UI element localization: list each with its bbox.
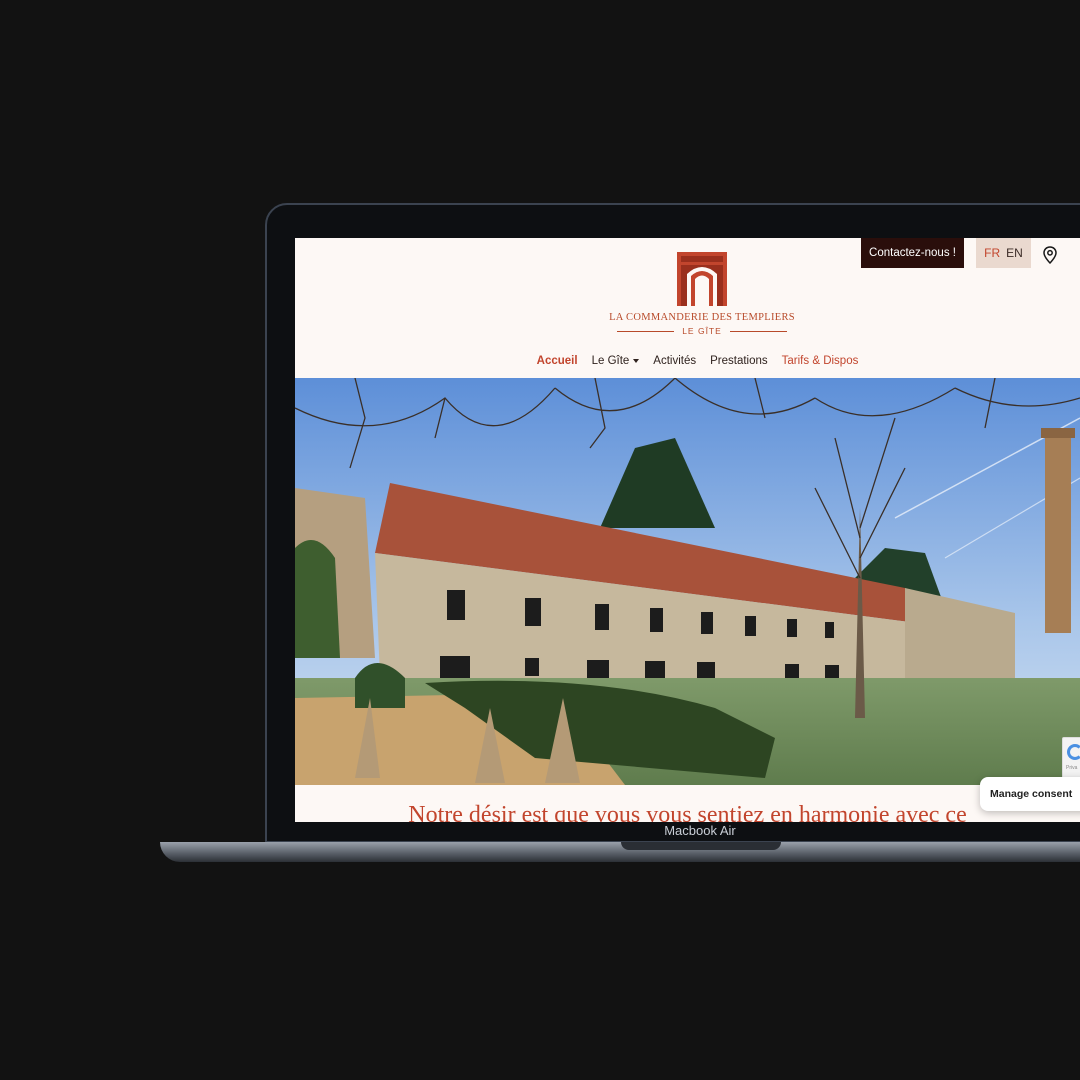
hero-image (295, 378, 1080, 785)
nav-accueil[interactable]: Accueil (537, 355, 578, 367)
nav-le-gite[interactable]: Le Gîte (592, 355, 640, 367)
lang-en-link[interactable]: EN (1006, 246, 1023, 260)
recaptcha-text: Priva (1066, 765, 1078, 771)
arch-logo-icon[interactable] (677, 252, 727, 306)
nav-tarifs-dispos[interactable]: Tarifs & Dispos (782, 355, 859, 367)
contact-button[interactable]: Contactez-nous ! (861, 238, 964, 268)
stone-farmhouse-photo (295, 378, 1080, 785)
nav-activites[interactable]: Activités (653, 355, 696, 367)
laptop-base (160, 842, 1080, 862)
manage-consent-button[interactable]: Manage consent (980, 777, 1080, 811)
brand-name: LA COMMANDERIE DES TEMPLIERS (609, 312, 795, 323)
recaptcha-icon (1067, 744, 1080, 760)
language-switcher: FR EN (976, 238, 1031, 268)
brand-subtitle-text: LE GÎTE (682, 326, 722, 336)
nav-prestations[interactable]: Prestations (710, 355, 768, 367)
site-header: Contactez-nous ! FR EN LA COMMANDERIE DE… (295, 238, 1080, 378)
nav-le-gite-label: Le Gîte (591, 355, 630, 367)
map-pin-icon[interactable] (1042, 246, 1058, 264)
page-headline: Notre désir est que vous vous sentiez en… (408, 802, 967, 822)
lang-fr-link[interactable]: FR (984, 246, 1000, 260)
main-nav: Accueil Le Gîte Activités Prestations Ta… (295, 355, 1080, 367)
brand-subtitle: LE GÎTE (617, 326, 787, 336)
device-label: Macbook Air (664, 823, 736, 838)
recaptcha-badge[interactable]: Priva (1062, 737, 1080, 779)
chevron-down-icon (633, 358, 640, 363)
website-screen: Contactez-nous ! FR EN LA COMMANDERIE DE… (295, 238, 1080, 822)
laptop-notch (621, 842, 781, 850)
